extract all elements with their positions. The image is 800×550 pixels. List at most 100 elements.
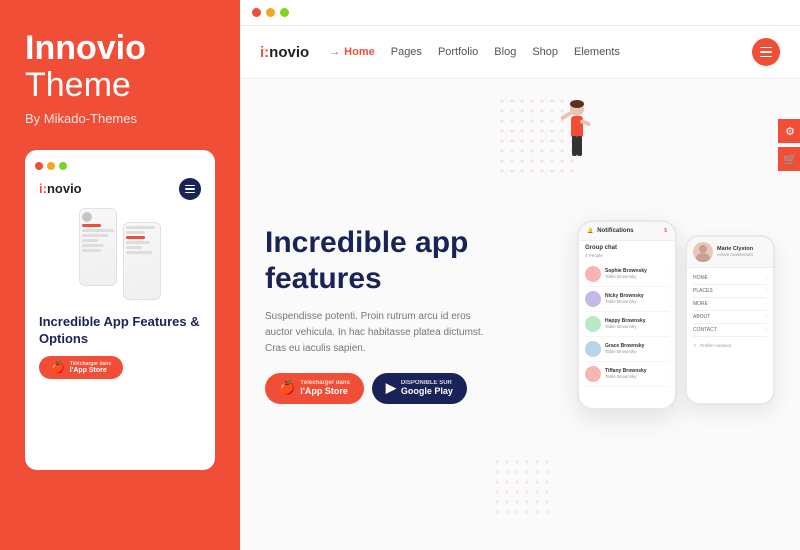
card-appstore-label-small: Télécharger dans	[70, 361, 111, 367]
browser-dot-red	[252, 8, 261, 17]
nav-items: Home Pages Portfolio Blog Shop Elements	[344, 46, 752, 58]
card-appstore-label-main: l'App Store	[70, 367, 111, 374]
menu-label-more: MORE	[693, 301, 765, 307]
notif-item-2: Nicky Brownsky Table Brownsky	[585, 287, 669, 312]
phone-big: 🔔 Notifications 5 Group chat 4 People So…	[577, 220, 677, 410]
left-panel: Innovio Theme By Mikado-Themes i:novio	[0, 0, 240, 550]
profile-check-icon: ✓	[693, 343, 697, 349]
notif-msg-2: Table Brownsky	[605, 299, 669, 304]
notif-msg-3: Table Brownsky	[605, 324, 669, 329]
menu-item-contact: CONTACT ›	[693, 324, 767, 337]
mini-line-5	[82, 244, 104, 247]
brand-name: Innovio	[25, 30, 215, 67]
mobile-preview-card: i:novio	[25, 150, 215, 470]
menu-item-places: PLACES ›	[693, 285, 767, 298]
contact-status: Active maintenant	[717, 252, 767, 257]
mini2-line-4	[126, 241, 150, 244]
googleplay-icon: ▶	[386, 380, 396, 396]
apple-icon-small: 🍎	[51, 361, 65, 374]
notif-text-3: Happy Brownsky Table Brownsky	[605, 318, 669, 329]
card-logo: i:novio	[39, 181, 82, 196]
notification-count: 5	[664, 228, 667, 234]
phone-big-header: 🔔 Notifications 5	[579, 222, 675, 241]
group-chat-count: 4 People	[585, 253, 669, 258]
mini-line-2	[82, 229, 114, 232]
notif-text-1: Sophie Brownsky Table Brownsky	[605, 268, 669, 279]
phone-mini-1	[79, 208, 117, 286]
group-chat-label: Group chat	[585, 245, 669, 251]
hero-description: Suspendisse potenti. Proin rutrum arcu i…	[265, 309, 485, 357]
brand-title: Innovio Theme By Mikado-Themes	[25, 30, 215, 146]
card-menu-button[interactable]	[179, 178, 201, 200]
googleplay-button[interactable]: ▶ DISPONIBLE SUR Google Play	[372, 373, 467, 404]
mini2-line-6	[126, 251, 152, 254]
hero-desc-text: Suspendisse potenti. Proin rutrum arcu i…	[265, 311, 483, 354]
contact-avatar	[693, 242, 713, 262]
mini-line-3	[82, 234, 108, 237]
dot-red	[35, 162, 43, 170]
phone-mini-2	[123, 222, 161, 300]
menu-item-about: ABOUT ›	[693, 311, 767, 324]
notif-item-5: Tiffany Brownsky Table Brownsky	[585, 362, 669, 387]
nav-item-shop[interactable]: Shop	[532, 46, 558, 58]
chevron-contact: ›	[765, 327, 767, 333]
card-dots	[35, 162, 205, 170]
appstore-button[interactable]: 🍎 Télécharger dans l'App Store	[265, 373, 364, 404]
hero-text-area: Incredible app features Suspendisse pote…	[265, 225, 495, 404]
hero-title: Incredible app features	[265, 225, 485, 297]
dots-decoration-bottom	[495, 460, 555, 520]
browser-dot-green	[280, 8, 289, 17]
mini-line-4	[82, 239, 98, 242]
chevron-places: ›	[765, 288, 767, 294]
avatar-svg	[693, 242, 713, 262]
nav-menu-line-2	[760, 51, 772, 53]
dot-green	[59, 162, 67, 170]
notif-text-2: Nicky Brownsky Table Brownsky	[605, 293, 669, 304]
phone-mockup-area	[35, 208, 205, 298]
side-button-2[interactable]: 🛒	[778, 147, 800, 171]
card-appstore-button[interactable]: 🍎 Télécharger dans l'App Store	[39, 356, 123, 379]
appstore-small-text: Télécharger dans	[300, 380, 350, 386]
mini2-line-2	[126, 231, 145, 234]
chevron-about: ›	[765, 314, 767, 320]
side-icon-2: 🛒	[783, 153, 797, 166]
appstore-text-group: Télécharger dans l'App Store	[300, 380, 350, 397]
phone-small-right: Marie Clyston Active maintenant HOME › P…	[685, 235, 775, 405]
nav-menu-line-3	[760, 56, 772, 58]
notif-text-4: Grace Brownsky Table Brownsky	[605, 343, 669, 354]
main-content: Incredible app features Suspendisse pote…	[240, 79, 800, 550]
notif-avatar-1	[585, 266, 601, 282]
nav-item-portfolio[interactable]: Portfolio	[438, 46, 478, 58]
nav-menu-button[interactable]	[752, 38, 780, 66]
notif-msg-5: Table Brownsky	[605, 374, 669, 379]
card-bottom: Incredible App Features & Options 🍎 Télé…	[35, 306, 205, 383]
contact-info: Marie Clyston Active maintenant	[717, 246, 767, 257]
notif-text-5: Tiffany Brownsky Table Brownsky	[605, 368, 669, 379]
character-illustration	[555, 99, 590, 179]
brand-author: By Mikado-Themes	[25, 111, 215, 126]
phone-big-body: Group chat 4 People Sophie Brownsky Tabl…	[579, 241, 675, 408]
mini-line-1	[82, 224, 101, 227]
phone-small-header: Marie Clyston Active maintenant	[687, 237, 773, 268]
notif-avatar-5	[585, 366, 601, 382]
nav-logo: i:novio	[260, 44, 309, 61]
notif-item-1: Sophie Brownsky Table Brownsky	[585, 262, 669, 287]
nav-item-blog[interactable]: Blog	[494, 46, 516, 58]
apple-icon: 🍎	[279, 380, 295, 396]
phone-mini-screen-2	[124, 223, 160, 299]
nav-item-home[interactable]: Home	[344, 46, 375, 58]
profile-connexe-label: Profile connexe	[700, 343, 731, 348]
mini2-line-1	[126, 226, 155, 229]
profile-connexe-row: ✓ Profile connexe	[693, 343, 767, 349]
phones-area: 🔔 Notifications 5 Group chat 4 People So…	[495, 89, 776, 540]
dot-yellow	[47, 162, 55, 170]
side-button-1[interactable]: ⚙	[778, 119, 800, 143]
mini2-line-3	[126, 236, 145, 239]
notif-item-3: Happy Brownsky Table Brownsky	[585, 312, 669, 337]
googleplay-small-text: DISPONIBLE SUR	[401, 380, 453, 386]
phone-mini-screen-1	[80, 209, 116, 285]
hero-title-line2: features	[265, 262, 382, 295]
nav-item-elements[interactable]: Elements	[574, 46, 620, 58]
nav-item-pages[interactable]: Pages	[391, 46, 422, 58]
nav-menu-line-1	[760, 47, 772, 49]
